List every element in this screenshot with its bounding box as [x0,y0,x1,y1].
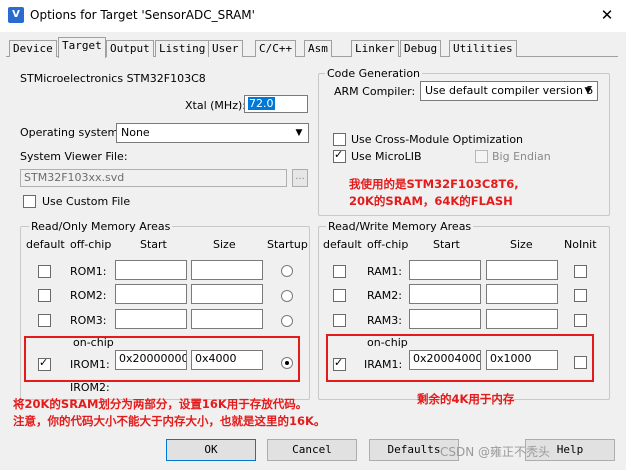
ram-header-size: Size [510,238,533,251]
os-label: Operating system: [20,126,122,139]
rom1-size-input[interactable] [191,260,263,280]
ram2-noinit-checkbox[interactable] [574,289,587,302]
xtal-input[interactable]: 72.0 [244,95,308,113]
custom-file-checkbox[interactable] [23,195,36,208]
microlib-checkbox[interactable] [333,148,346,163]
ram2-label: RAM2: [367,289,402,302]
tab-debug[interactable]: Debug [400,40,442,57]
chevron-down-icon: ▼ [584,86,592,96]
microlib-label: Use MicroLIB [351,150,422,163]
rom-group-label: Read/Only Memory Areas [29,220,173,233]
svf-label: System Viewer File: [20,150,128,163]
compiler-select[interactable]: Use default compiler version 5 ▼ [420,81,598,101]
ram-group-label: Read/Write Memory Areas [326,220,474,233]
rom2-start-input[interactable] [115,284,187,304]
ok-button[interactable]: OK [166,439,256,461]
ram-header-offchip: off-chip [367,238,409,251]
rom3-startup-radio[interactable] [281,315,293,327]
code-generation-label: Code Generation [325,67,423,80]
tab-user[interactable]: User [208,40,243,57]
ram1-default-checkbox[interactable] [333,265,346,278]
rom3-size-input[interactable] [191,309,263,329]
compiler-select-value: Use default compiler version 5 [425,84,594,97]
ram3-noinit-checkbox[interactable] [574,314,587,327]
ram-header-start: Start [433,238,460,251]
tab-c-cpp[interactable]: C/C++ [255,40,297,57]
chevron-down-icon: ▼ [295,128,303,138]
rom-header-startup: Startup [267,238,308,251]
csdn-watermark: CSDN @雍正不秃头 [440,445,551,459]
rom3-default-checkbox[interactable] [38,314,51,327]
annotation-device-info-2: 20K的SRAM，64K的FLASH [349,194,513,208]
rom2-startup-radio[interactable] [281,290,293,302]
tab-listing[interactable]: Listing [155,40,210,57]
big-endian-checkbox[interactable] [475,150,488,163]
os-select-value: None [121,126,150,139]
ram3-label: RAM3: [367,314,402,327]
rom1-startup-radio[interactable] [281,265,293,277]
ram-header-noinit: NoInit [564,238,597,251]
tab-output[interactable]: Output [106,40,154,57]
ram2-start-input[interactable] [409,284,481,304]
tab-linker[interactable]: Linker [351,40,399,57]
rom1-label: ROM1: [70,265,107,278]
close-icon[interactable]: ✕ [596,5,618,25]
ram1-label: RAM1: [367,265,402,278]
rom2-size-input[interactable] [191,284,263,304]
rom1-start-input[interactable] [115,260,187,280]
ram3-start-input[interactable] [409,309,481,329]
device-name: STMicroelectronics STM32F103C8 [20,72,206,85]
svf-input[interactable]: STM32F103xx.svd [20,169,287,187]
big-endian-label: Big Endian [492,150,551,163]
ram-header-default: default [323,238,362,251]
ram3-default-checkbox[interactable] [333,314,346,327]
annotation-irom-note-1: 将20K的SRAM划分为两部分，设置16K用于存放代码。 [13,397,308,411]
ram1-size-input[interactable] [486,260,558,280]
ram2-default-checkbox[interactable] [333,289,346,302]
rom3-label: ROM3: [70,314,107,327]
tab-utilities[interactable]: Utilities [449,40,517,57]
rom2-label: ROM2: [70,289,107,302]
xtal-label: Xtal (MHz): [185,99,246,112]
custom-file-label: Use Custom File [42,195,131,208]
cross-module-label: Use Cross-Module Optimization [351,133,524,146]
svf-browse-button[interactable]: ... [292,169,308,187]
cancel-button[interactable]: Cancel [267,439,357,461]
tab-asm[interactable]: Asm [304,40,332,57]
compiler-label: ARM Compiler: [334,85,416,98]
rom-header-start: Start [140,238,167,251]
keil-app-icon: V [8,7,24,23]
ram3-size-input[interactable] [486,309,558,329]
rom2-default-checkbox[interactable] [38,289,51,302]
irom1-highlight-box [24,336,300,382]
tab-target[interactable]: Target [58,37,106,58]
rom3-start-input[interactable] [115,309,187,329]
ram1-noinit-checkbox[interactable] [574,265,587,278]
annotation-device-info-1: 我使用的是STM32F103C8T6, [349,177,519,191]
annotation-iram-note: 剩余的4K用于内存 [417,392,515,406]
rom1-default-checkbox[interactable] [38,265,51,278]
cross-module-checkbox[interactable] [333,133,346,146]
rom-header-default: default [26,238,65,251]
tab-device[interactable]: Device [9,40,57,57]
rom-header-offchip: off-chip [70,238,112,251]
rom-header-size: Size [213,238,236,251]
iram1-highlight-box [326,334,594,382]
os-select[interactable]: None ▼ [116,123,309,143]
window-title: Options for Target 'SensorADC_SRAM' [30,8,255,22]
ram2-size-input[interactable] [486,284,558,304]
annotation-irom-note-2: 注意，你的代码大小不能大于内存大小，也就是这里的16K。 [13,414,326,428]
ram1-start-input[interactable] [409,260,481,280]
irom2-label: IROM2: [70,381,110,394]
